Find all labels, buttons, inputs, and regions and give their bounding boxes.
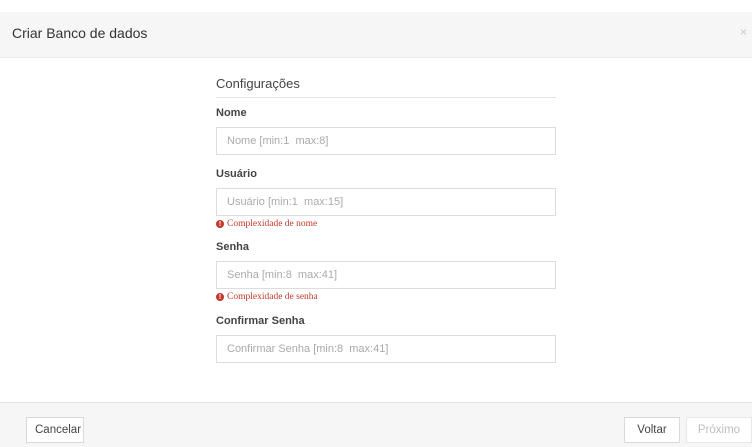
close-icon[interactable]: × bbox=[740, 25, 747, 39]
section-title: Configurações bbox=[216, 70, 556, 98]
next-button[interactable]: Próximo bbox=[686, 417, 752, 443]
user-input[interactable] bbox=[216, 188, 556, 216]
user-error-message: ! Complexidade de nome bbox=[216, 219, 556, 229]
cancel-button[interactable]: Cancelar bbox=[26, 417, 84, 443]
user-error-text: Complexidade de nome bbox=[227, 219, 318, 229]
name-input[interactable] bbox=[216, 127, 556, 155]
confirm-password-input[interactable] bbox=[216, 335, 556, 363]
modal-footer: Cancelar Voltar Próximo bbox=[0, 402, 752, 447]
exclamation-icon: ! bbox=[216, 220, 224, 228]
password-error-message: ! Complexidade de senha bbox=[216, 292, 556, 302]
name-label: Nome bbox=[216, 107, 247, 119]
user-label: Usuário bbox=[216, 168, 257, 180]
settings-form: Configurações Nome Usuário ! Complexidad… bbox=[216, 70, 556, 363]
exclamation-icon: ! bbox=[216, 293, 224, 301]
modal-header: Criar Banco de dados × bbox=[0, 12, 752, 58]
modal-title: Criar Banco de dados bbox=[12, 25, 148, 41]
password-label: Senha bbox=[216, 241, 250, 253]
confirm-password-label: Confirmar Senha bbox=[216, 315, 305, 327]
password-error-text: Complexidade de senha bbox=[227, 292, 318, 302]
back-button[interactable]: Voltar bbox=[624, 417, 680, 443]
password-input[interactable] bbox=[216, 261, 556, 289]
